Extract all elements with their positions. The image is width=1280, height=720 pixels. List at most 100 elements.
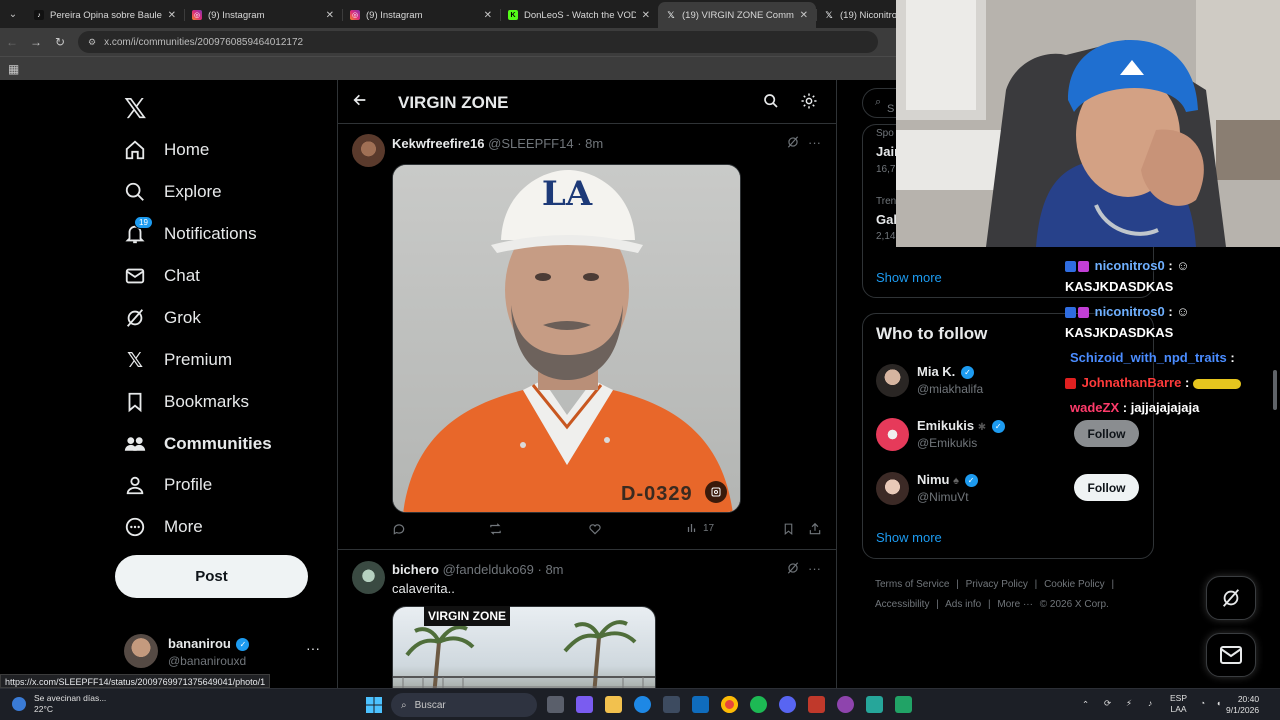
file-explorer-icon[interactable]	[605, 696, 622, 713]
nav-item-bookmarks[interactable]: Bookmarks	[124, 384, 249, 420]
share-icon[interactable]	[808, 522, 822, 536]
post[interactable]: bichero @fandelduko69 · 8m ··· calaverit…	[338, 551, 836, 688]
like-icon[interactable]	[588, 522, 602, 536]
discord-icon[interactable]	[779, 696, 796, 713]
browser-tab[interactable]: ◎ (9) Instagram ✕	[184, 2, 342, 28]
footer-link[interactable]: Accessibility	[875, 599, 929, 610]
show-more-link[interactable]: Show more	[876, 270, 942, 285]
avatar[interactable]	[876, 364, 909, 397]
grok-icon[interactable]	[786, 561, 800, 580]
more-horizontal-icon[interactable]: ···	[306, 640, 320, 656]
back-arrow-icon[interactable]	[352, 92, 368, 113]
close-icon[interactable]: ✕	[326, 10, 334, 21]
footer-link[interactable]: Cookie Policy	[1044, 579, 1105, 590]
network-icon[interactable]: ⚡	[1126, 698, 1132, 709]
follow-button[interactable]: Follow	[1074, 474, 1139, 501]
excel-icon[interactable]	[895, 696, 912, 713]
store-icon[interactable]	[663, 696, 680, 713]
footer-link[interactable]: Privacy Policy	[966, 579, 1028, 590]
nav-item-profile[interactable]: Profile	[124, 467, 212, 503]
microphone-icon[interactable]: ♪	[1148, 698, 1152, 708]
language-indicator[interactable]: ESP LAA	[1170, 693, 1187, 715]
trend-name[interactable]: Gal	[876, 212, 897, 227]
author-name[interactable]: bichero	[392, 562, 439, 577]
nav-item-explore[interactable]: Explore	[124, 174, 222, 210]
system-clock[interactable]: 20:40 9/1/2026	[1226, 694, 1259, 716]
notes-icon[interactable]	[866, 696, 883, 713]
windows-start-icon[interactable]	[366, 697, 382, 713]
nav-item-grok[interactable]: Grok	[124, 300, 201, 336]
avatar[interactable]	[876, 472, 909, 505]
bookmark-icon[interactable]	[782, 522, 795, 536]
avatar[interactable]	[352, 561, 385, 594]
copilot-icon[interactable]	[576, 696, 593, 713]
taskbar-search[interactable]: ⌕ Buscar	[391, 693, 537, 717]
author-handle[interactable]: @SLEEPFF14	[488, 136, 573, 151]
nav-item-communities[interactable]: Communities	[124, 426, 272, 462]
nav-item-more[interactable]: More	[124, 509, 203, 545]
post-button[interactable]: Post	[115, 555, 308, 598]
apps-grid-icon[interactable]: ▦	[8, 62, 19, 76]
reload-icon[interactable]: ↻	[48, 35, 72, 49]
back-icon[interactable]: ←	[0, 35, 24, 49]
account-switcher[interactable]: bananirou ✓ @bananirouxd ···	[124, 634, 324, 674]
chrome-icon[interactable]	[721, 696, 738, 713]
url-field[interactable]: ⚙ x.com/i/communities/200976085946401217…	[78, 31, 878, 53]
chevron-up-icon[interactable]: ⌃	[1082, 699, 1089, 710]
app-icon[interactable]	[808, 696, 825, 713]
browser-tab[interactable]: ◎ (9) Instagram ✕	[342, 2, 500, 28]
app-icon[interactable]	[837, 696, 854, 713]
avatar[interactable]	[352, 134, 385, 167]
edge-icon[interactable]	[634, 696, 651, 713]
browser-tab[interactable]: ♪ Pereira Opina sobre Bauleti en ✕	[26, 2, 184, 28]
messages-float-button[interactable]	[1206, 633, 1256, 677]
footer-link[interactable]: Terms of Service	[875, 579, 949, 590]
browser-tab[interactable]: K DonLeoS - Watch the VOD on K ✕	[500, 2, 658, 28]
wifi-icon[interactable]: ◔	[1200, 698, 1205, 708]
nav-item-home[interactable]: Home	[124, 132, 209, 168]
tab-search-menu-icon[interactable]: ⌄	[0, 0, 26, 28]
nav-item-chat[interactable]: Chat	[124, 258, 200, 294]
weather-widget[interactable]: Se avecinan días... 22°C	[0, 689, 110, 720]
footer-link[interactable]: Ads info	[945, 599, 981, 610]
browser-tab-active[interactable]: 𝕏 (19) VIRGIN ZONE Community ✕	[658, 2, 816, 28]
search-icon[interactable]	[763, 93, 779, 114]
site-info-icon[interactable]: ⚙	[88, 37, 96, 48]
close-icon[interactable]: ✕	[484, 10, 492, 21]
author-handle[interactable]: @fandelduko69	[443, 562, 534, 577]
views-button[interactable]: 17	[686, 522, 714, 534]
avatar[interactable]	[876, 418, 909, 451]
close-icon[interactable]: ✕	[800, 10, 808, 21]
spotify-icon[interactable]	[750, 696, 767, 713]
close-icon[interactable]: ✕	[642, 10, 650, 21]
gear-icon[interactable]	[800, 92, 818, 115]
post-image[interactable]: LA D-0329	[392, 164, 741, 513]
nav-item-notifications[interactable]: 19 Notifications	[124, 216, 257, 252]
sync-icon[interactable]: ⟳	[1104, 698, 1111, 709]
weather-temp: 22°C	[34, 704, 53, 714]
more-horizontal-icon[interactable]: ···	[808, 135, 821, 150]
x-logo-icon[interactable]: 𝕏	[124, 92, 147, 125]
scrollbar-thumb[interactable]	[1273, 370, 1277, 410]
follow-suggestion[interactable]: Nimu ♠ ✓ @NimuVt Follow	[876, 472, 1146, 512]
grok-icon[interactable]	[786, 135, 800, 154]
nav-item-premium[interactable]: 𝕏 Premium	[124, 342, 232, 378]
show-more-link[interactable]: Show more	[876, 530, 942, 545]
speaker-icon[interactable]: ◖	[1216, 698, 1221, 708]
grok-float-button[interactable]	[1206, 576, 1256, 620]
close-icon[interactable]: ✕	[168, 10, 176, 21]
page-scrollbar[interactable]	[1270, 80, 1280, 688]
outlook-icon[interactable]	[692, 696, 709, 713]
footer-link[interactable]: More ···	[997, 599, 1033, 610]
reply-icon[interactable]	[392, 522, 406, 536]
post[interactable]: Kekwfreefire16 @SLEEPFF14 · 8m ··· LA D-…	[338, 124, 836, 550]
forward-icon[interactable]: →	[24, 35, 48, 49]
task-view-icon[interactable]	[547, 696, 564, 713]
more-horizontal-icon[interactable]: ···	[808, 561, 821, 576]
post-time[interactable]: · 8m	[538, 562, 564, 577]
image-tools-icon[interactable]	[705, 481, 727, 503]
post-time[interactable]: · 8m	[577, 136, 603, 151]
repost-icon[interactable]	[488, 522, 503, 536]
nav-label: Chat	[164, 266, 200, 285]
author-name[interactable]: Kekwfreefire16	[392, 136, 485, 151]
